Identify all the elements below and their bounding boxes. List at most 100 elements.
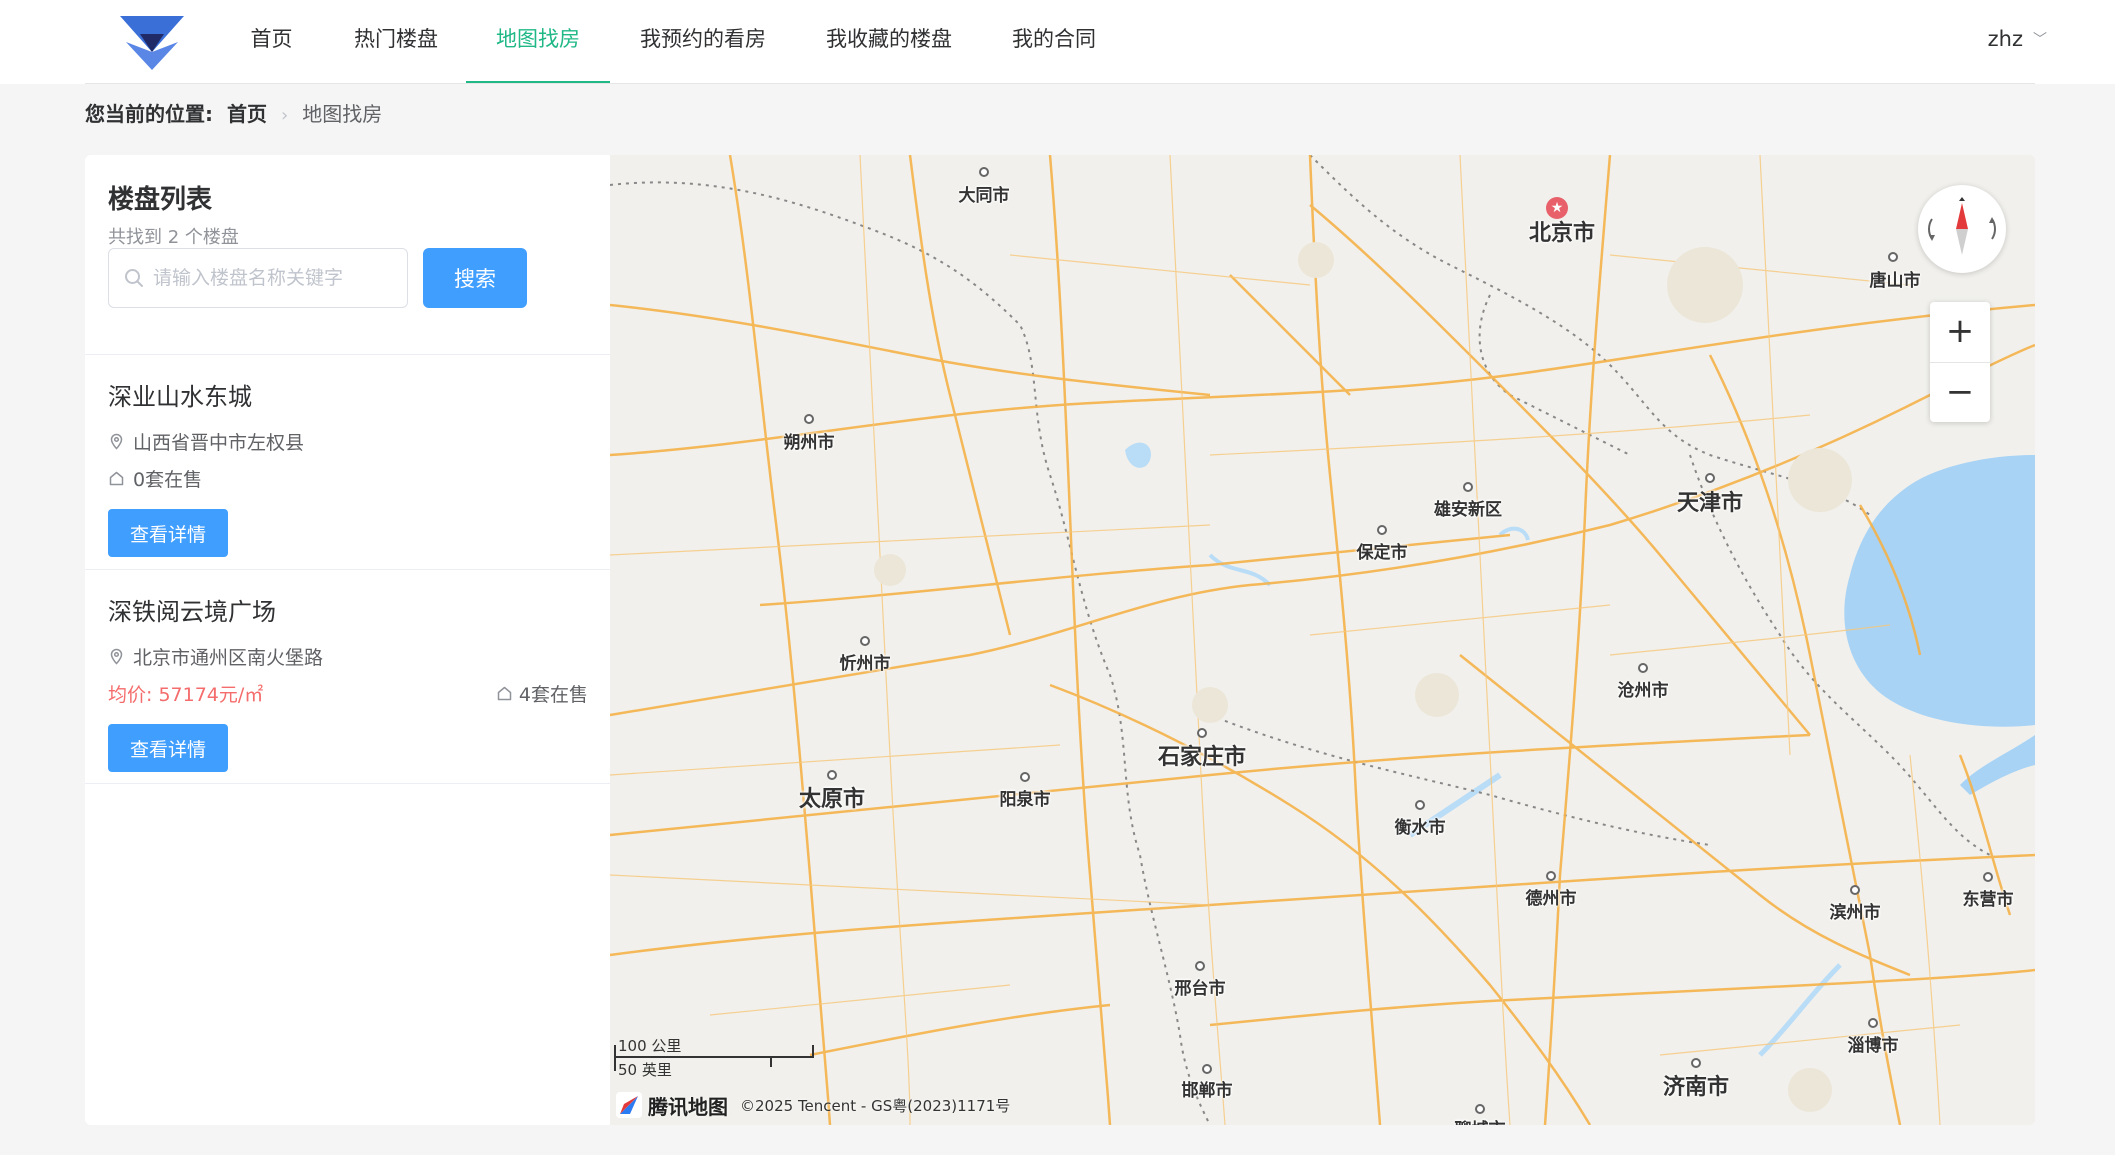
- city-label: 济南市: [1662, 1075, 1730, 1100]
- city-dot-icon: [1705, 473, 1715, 483]
- scale-bar: [614, 1056, 814, 1058]
- scale-mi-label: 50 英里: [618, 1061, 672, 1079]
- city-dot-icon: [1195, 961, 1205, 971]
- city-dot-icon: [1415, 800, 1425, 810]
- property-card: 深业山水东城 山西省晋中市左权县 0套在售 查看详情: [85, 355, 610, 569]
- scale-km-label: 100 公里: [618, 1037, 682, 1055]
- zoom-out-button[interactable]: −: [1930, 363, 1990, 423]
- nav-my-favorites[interactable]: 我收藏的楼盘: [824, 0, 954, 84]
- header-divider: [85, 83, 2035, 84]
- city-dot-icon: [860, 636, 870, 646]
- city-dot-icon: [1638, 663, 1648, 673]
- map-zoom-control: + −: [1930, 302, 1990, 422]
- city-dot-icon: [1020, 772, 1030, 782]
- scale-tick: [614, 1045, 616, 1071]
- stock-text: 4套在售: [518, 684, 588, 706]
- property-stock: 4套在售: [496, 680, 588, 707]
- city-dot-icon: [1888, 252, 1898, 262]
- city-label: 邯郸市: [1181, 1081, 1233, 1101]
- compass-icon: [1928, 197, 1996, 255]
- map-copyright: ©2025 Tencent - GS粤(2023)1171号: [740, 1096, 1011, 1115]
- zoom-in-button[interactable]: +: [1930, 302, 1990, 362]
- map-view[interactable]: ★ 北京市 大同市 唐山市 朔州市 雄安新区 天津市 保定市 忻州市 沧州市 石…: [610, 155, 2035, 1125]
- breadcrumb-current: 地图找房: [302, 102, 383, 126]
- city-label: 邢台市: [1174, 979, 1226, 999]
- city-dot-icon: [1850, 885, 1860, 895]
- house-icon: [109, 471, 124, 486]
- address-text: 北京市通州区南火堡路: [133, 647, 324, 669]
- view-details-button[interactable]: 查看详情: [108, 509, 228, 557]
- city-label: 德州市: [1525, 889, 1577, 909]
- property-card: 深铁阅云境广场 北京市通州区南火堡路 均价: 57174元/㎡ 4套在售 查看详…: [85, 570, 610, 784]
- city-dot-icon: [1202, 1064, 1212, 1074]
- city-label: 大同市: [958, 186, 1010, 206]
- city-label: 衡水市: [1394, 818, 1446, 838]
- property-address: 山西省晋中市左权县: [108, 428, 304, 455]
- chevron-down-icon: ﹀: [2033, 32, 2047, 48]
- map-attribution: 腾讯地图 ©2025 Tencent - GS粤(2023)1171号: [616, 1090, 1010, 1120]
- city-dot-icon: [1475, 1104, 1485, 1114]
- city-dot-icon: [1546, 871, 1556, 881]
- property-stock: 0套在售: [108, 465, 202, 492]
- city-label: 唐山市: [1869, 271, 1921, 291]
- city-label: 保定市: [1356, 543, 1408, 563]
- search-button[interactable]: 搜索: [423, 248, 527, 308]
- city-label: 北京市: [1528, 221, 1596, 246]
- city-label: 滨州市: [1829, 903, 1881, 923]
- top-header: 首页 热门楼盘 地图找房 我预约的看房 我收藏的楼盘 我的合同 zhz ﹀: [0, 0, 2115, 84]
- address-text: 山西省晋中市左权县: [133, 432, 305, 454]
- city-dot-icon: [1868, 1018, 1878, 1028]
- city-label: 聊城市: [1455, 1115, 1506, 1125]
- property-name[interactable]: 深业山水东城: [108, 377, 252, 412]
- map-brand-name[interactable]: 腾讯地图: [648, 1091, 728, 1120]
- stock-text: 0套在售: [133, 469, 203, 491]
- property-name[interactable]: 深铁阅云境广场: [108, 592, 276, 627]
- city-dot-icon: [1377, 525, 1387, 535]
- city-dot-icon: [1463, 482, 1473, 492]
- property-list-panel: 楼盘列表 共找到 2 个楼盘 搜索 深业山水东城 山西省晋中市左权县 0套在售 …: [85, 155, 610, 1125]
- search-input[interactable]: [153, 249, 403, 307]
- search-icon: [125, 269, 143, 287]
- city-label: 石家庄市: [1157, 745, 1247, 770]
- breadcrumb-label: 您当前的位置:: [85, 102, 213, 126]
- property-address: 北京市通州区南火堡路: [108, 643, 323, 670]
- nav-map-search[interactable]: 地图找房: [466, 0, 610, 84]
- city-dot-icon: [1983, 872, 1993, 882]
- city-label: 天津市: [1676, 491, 1744, 516]
- nav-home[interactable]: 首页: [249, 0, 294, 84]
- panel-title: 楼盘列表: [108, 185, 213, 215]
- city-label: 雄安新区: [1434, 500, 1502, 520]
- view-details-button[interactable]: 查看详情: [108, 724, 228, 772]
- city-dot-icon: [979, 167, 989, 177]
- city-label: 朔州市: [783, 433, 835, 453]
- chevron-right-icon: ›: [281, 105, 289, 126]
- city-dot-icon: [827, 770, 837, 780]
- map-scale: 100 公里 50 英里: [614, 1035, 814, 1095]
- location-pin-icon: [110, 433, 123, 450]
- app-logo[interactable]: [120, 16, 184, 70]
- property-price: 均价: 57174元/㎡: [108, 684, 264, 706]
- city-label: 淄博市: [1847, 1036, 1899, 1056]
- city-label: 东营市: [1962, 890, 2014, 910]
- nav-hot-properties[interactable]: 热门楼盘: [352, 0, 440, 84]
- location-pin-icon: [110, 648, 123, 665]
- breadcrumb-home-link[interactable]: 首页: [227, 102, 267, 126]
- breadcrumb: 您当前的位置: 首页 › 地图找房: [85, 98, 382, 130]
- nav-my-appointments[interactable]: 我预约的看房: [638, 0, 768, 84]
- nav-my-contracts[interactable]: 我的合同: [1010, 0, 1098, 84]
- map-base-layer: [610, 155, 2035, 1125]
- search-box: [108, 248, 408, 308]
- panel-divider: [85, 783, 610, 784]
- city-dot-icon: [1197, 728, 1207, 738]
- city-label: 太原市: [798, 787, 866, 812]
- map-compass[interactable]: [1918, 185, 2006, 273]
- user-name: zhz: [1987, 27, 2023, 51]
- user-dropdown[interactable]: zhz ﹀: [1988, 0, 2047, 84]
- city-label: 阳泉市: [999, 790, 1051, 810]
- house-icon: [497, 686, 512, 701]
- city-dot-icon: [1691, 1058, 1701, 1068]
- city-dot-icon: [804, 414, 814, 424]
- scale-tick: [770, 1057, 772, 1067]
- city-label: 忻州市: [839, 654, 891, 674]
- tencent-map-logo-icon[interactable]: [616, 1092, 642, 1118]
